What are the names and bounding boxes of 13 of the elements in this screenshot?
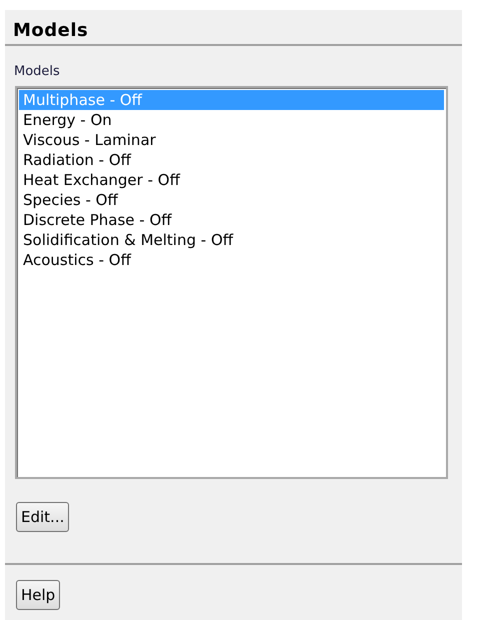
list-label: Models [13, 63, 61, 81]
list-item[interactable]: Discrete Phase - Off [19, 210, 444, 230]
list-item[interactable]: Viscous - Laminar [19, 130, 444, 150]
list-item[interactable]: Solidification & Melting - Off [19, 230, 444, 250]
list-item[interactable]: Species - Off [19, 190, 444, 210]
list-item[interactable]: Radiation - Off [19, 150, 444, 170]
help-button[interactable]: Help [16, 580, 60, 610]
models-listbox[interactable]: Multiphase - Off Energy - On Viscous - Laminar Radiation - Off Heat Exchanger - Off Species - Off Discrete Phase - Off Solidification & Melting - Off Acoustics - Off [15, 86, 448, 479]
list-item[interactable]: Heat Exchanger - Off [19, 170, 444, 190]
list-item[interactable]: Acoustics - Off [19, 250, 444, 270]
panel-title: Models [12, 19, 90, 43]
edit-button[interactable]: Edit... [16, 502, 70, 532]
list-item[interactable]: Energy - On [19, 110, 444, 130]
